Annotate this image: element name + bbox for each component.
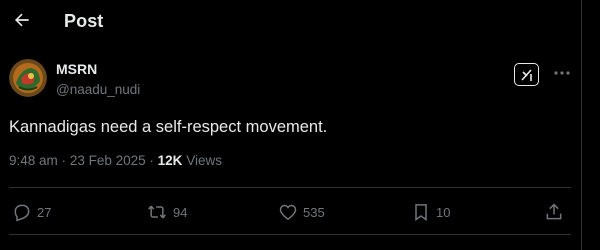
post-date[interactable]: 23 Feb 2025 [70, 153, 146, 168]
like-button[interactable]: 535 [278, 198, 325, 226]
post-text: Kannadigas need a self-respect movement. [9, 118, 328, 136]
grok-icon [520, 68, 532, 81]
views-label: Views [186, 153, 222, 168]
like-count: 535 [303, 204, 325, 220]
reply-icon [14, 204, 30, 222]
share-button[interactable] [544, 198, 564, 226]
author-handle[interactable]: @naadu_nudi [56, 82, 140, 97]
repost-button[interactable]: 94 [146, 198, 187, 226]
grok-button[interactable] [514, 63, 539, 86]
column-border [581, 0, 582, 250]
bookmark-icon [415, 204, 427, 221]
arrow-left-icon [15, 13, 29, 27]
post-meta: 9:48 am · 23 Feb 2025 · 12K Views [9, 153, 222, 168]
reply-button[interactable]: 27 [12, 198, 51, 226]
page-title: Post [64, 11, 104, 31]
author-name[interactable]: MSRN [56, 61, 97, 77]
post-time[interactable]: 9:48 am [9, 153, 58, 168]
more-horizontal-icon [554, 71, 570, 75]
views-count[interactable]: 12K [158, 153, 183, 168]
bookmark-count: 10 [436, 204, 451, 220]
share-icon [546, 203, 562, 220]
post-detail-column: Post MSRN @naadu_nudi Kannadigas need a … [0, 0, 581, 250]
meta-separator: · [149, 153, 154, 168]
back-button[interactable] [10, 8, 34, 32]
repost-icon [148, 205, 166, 219]
divider [9, 187, 571, 188]
heart-icon [279, 204, 297, 221]
more-options-button[interactable] [553, 64, 571, 82]
post-header: Post [0, 0, 581, 44]
repost-count: 94 [173, 204, 188, 220]
bookmark-button[interactable]: 10 [411, 198, 450, 226]
divider [9, 234, 571, 235]
reply-count: 27 [37, 204, 52, 220]
action-bar: 27 94 535 10 [0, 198, 581, 226]
meta-separator: · [61, 153, 67, 168]
avatar[interactable] [9, 59, 47, 97]
